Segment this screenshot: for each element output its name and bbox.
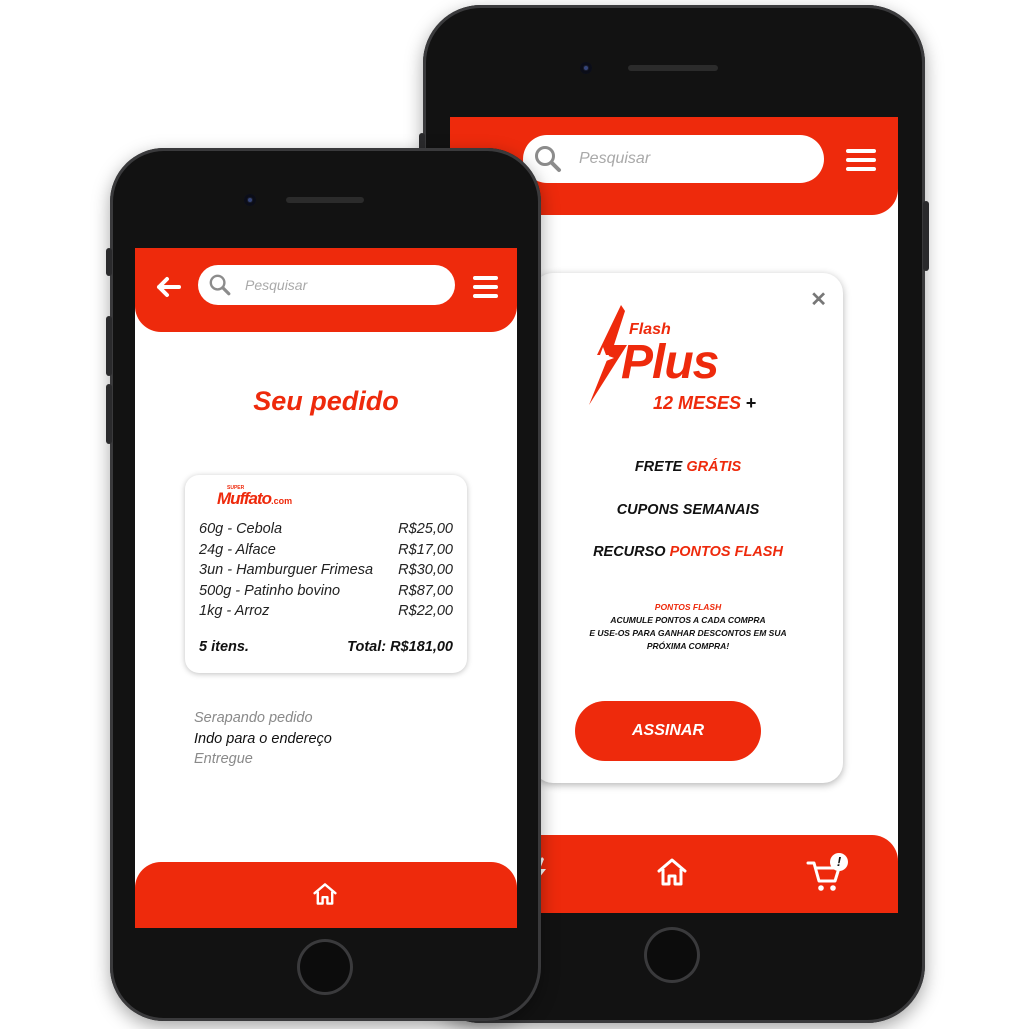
- home-button[interactable]: [644, 927, 700, 983]
- order-item-row: 24g - Alface R$17,00: [199, 541, 453, 558]
- side-button: [106, 384, 112, 444]
- search-field[interactable]: Pesquisar: [523, 135, 824, 183]
- status-step: Entregue: [194, 751, 253, 767]
- home-icon[interactable]: [312, 882, 338, 906]
- points-note-line: PRÓXIMA COMPRA!: [646, 641, 730, 651]
- muffato-logo: SUPER Muffato.com: [217, 485, 293, 508]
- points-note-line: E USE-OS PARA GANHAR DESCONTOS EM SUA: [589, 628, 787, 638]
- benefit-weekly-coupons: CUPONS SEMANAIS: [616, 502, 760, 518]
- status-step-current: Indo para o endereço: [194, 730, 332, 747]
- order-card: SUPER Muffato.com 60g - Cebola R$25,00 24…: [185, 475, 467, 673]
- earpiece-speaker: [286, 197, 364, 203]
- item-count: 5 itens.: [199, 639, 249, 655]
- search-icon: [535, 146, 561, 172]
- order-item-row: 3un - Hamburguer Frimesa R$30,00: [199, 562, 453, 578]
- duration-text: 12 MESES +: [653, 393, 757, 413]
- search-placeholder: Pesquisar: [245, 277, 308, 293]
- cart-button[interactable]: !: [806, 853, 856, 893]
- search-placeholder: Pesquisar: [579, 150, 651, 167]
- order-item-row: 500g - Patinho bovino R$87,00: [199, 582, 453, 599]
- logo-plus-text: Plus: [621, 336, 719, 389]
- order-total: Total: R$181,00: [347, 639, 453, 655]
- close-icon[interactable]: ✕: [810, 287, 827, 312]
- home-icon[interactable]: [656, 857, 688, 887]
- side-button: [106, 248, 112, 276]
- cart-badge: !: [830, 853, 848, 871]
- order-item-row: 60g - Cebola R$25,00: [199, 521, 453, 537]
- order-item-row: 1kg - Arroz R$22,00: [199, 603, 453, 619]
- status-step: Serapando pedido: [194, 710, 313, 726]
- points-note: PONTOS FLASH ACUMULE PONTOS A CADA COMPR…: [533, 601, 843, 653]
- points-note-title: PONTOS FLASH: [654, 602, 722, 612]
- order-status: Serapando pedido Indo para o endereço En…: [194, 708, 332, 770]
- search-field[interactable]: Pesquisar: [198, 265, 455, 305]
- home-button[interactable]: [297, 939, 353, 995]
- left-phone: Pesquisar Seu pedido SUPER Muffato.com 6…: [106, 148, 541, 1021]
- order-items: 60g - Cebola R$25,00 24g - Alface R$17,00 …: [199, 521, 453, 624]
- search-icon: [209, 274, 231, 296]
- front-camera: [580, 62, 592, 74]
- left-screen: Pesquisar Seu pedido SUPER Muffato.com 6…: [135, 248, 517, 928]
- benefit-flash-points: RECURSO PONTOS FLASH: [593, 544, 783, 560]
- back-arrow-icon[interactable]: [155, 276, 181, 298]
- menu-icon[interactable]: [846, 149, 876, 176]
- page-title: Seu pedido: [253, 386, 399, 416]
- benefit-free-shipping: FRETE GRÁTIS: [634, 459, 742, 475]
- front-camera: [244, 194, 256, 206]
- order-summary: 5 itens. Total: R$181,00: [199, 639, 453, 655]
- flash-plus-logo: Flash Plus 12 MESES +: [583, 305, 803, 415]
- earpiece-speaker: [628, 65, 718, 71]
- side-button: [923, 201, 929, 271]
- bottom-nav: [135, 862, 517, 928]
- top-bar: Pesquisar: [135, 248, 517, 332]
- side-button: [106, 316, 112, 376]
- menu-icon[interactable]: [473, 276, 498, 303]
- subscribe-button[interactable]: ASSINAR: [575, 701, 761, 761]
- flash-plus-modal: ✕ Flash Plus 12 MESES + FRETE GRÁTIS CUP…: [533, 273, 843, 783]
- points-note-line: ACUMULE PONTOS A CADA COMPRA: [610, 615, 766, 625]
